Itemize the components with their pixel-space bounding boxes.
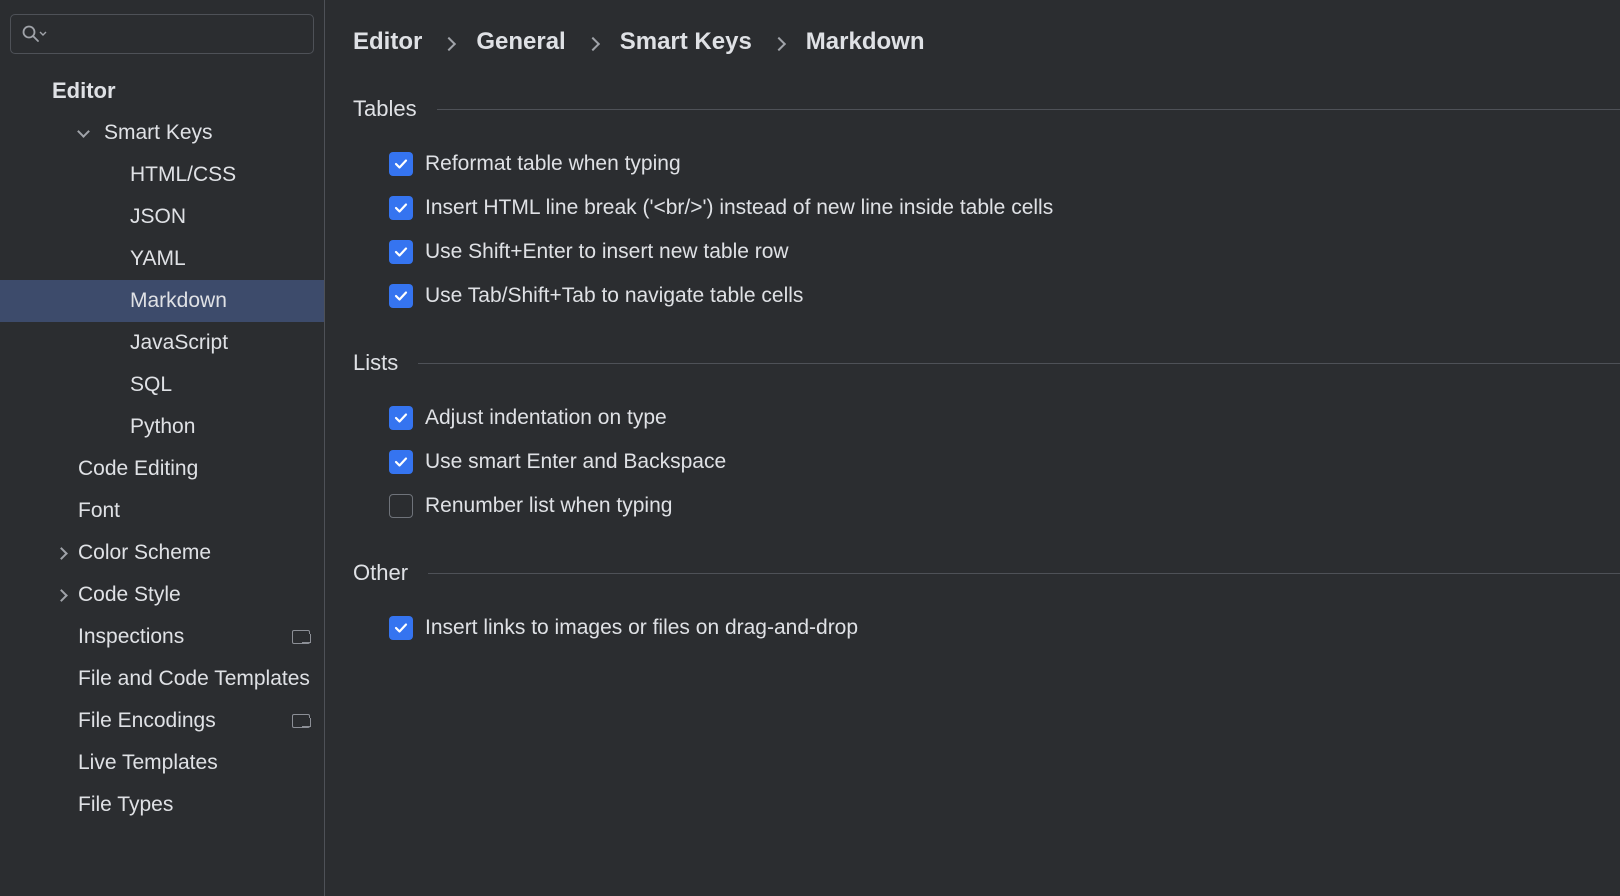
breadcrumb-item-smart-keys[interactable]: Smart Keys bbox=[620, 28, 752, 56]
search-input-wrapper[interactable] bbox=[10, 14, 314, 54]
checkbox[interactable] bbox=[389, 616, 413, 640]
option-lists-1[interactable]: Use smart Enter and Backspace bbox=[353, 440, 1620, 484]
dropdown-caret-icon bbox=[39, 30, 47, 38]
tree-label: Color Scheme bbox=[78, 541, 211, 565]
tree-label: Font bbox=[78, 499, 120, 523]
tree-label: Markdown bbox=[130, 289, 227, 313]
option-other-0[interactable]: Insert links to images or files on drag-… bbox=[353, 606, 1620, 650]
tree-item-code-editing[interactable]: Code Editing bbox=[0, 448, 324, 490]
checkbox[interactable] bbox=[389, 284, 413, 308]
tree-item-color-scheme[interactable]: Color Scheme bbox=[0, 532, 324, 574]
option-label: Use Shift+Enter to insert new table row bbox=[425, 240, 789, 264]
breadcrumb-item-editor[interactable]: Editor bbox=[353, 28, 422, 56]
tree-item-live-templates[interactable]: Live Templates bbox=[0, 742, 324, 784]
search-input[interactable] bbox=[53, 24, 303, 45]
tree-label: File Encodings bbox=[78, 709, 216, 733]
breadcrumb: Editor General Smart Keys Markdown bbox=[353, 28, 1620, 56]
check-icon bbox=[393, 288, 409, 304]
checkbox[interactable] bbox=[389, 450, 413, 474]
option-lists-0[interactable]: Adjust indentation on type bbox=[353, 396, 1620, 440]
divider bbox=[437, 109, 1620, 110]
tree-label: Python bbox=[130, 415, 195, 439]
option-label: Use smart Enter and Backspace bbox=[425, 450, 726, 474]
chevron-right-icon bbox=[588, 28, 598, 56]
checkbox[interactable] bbox=[389, 152, 413, 176]
breadcrumb-item-general[interactable]: General bbox=[476, 28, 565, 56]
chevron-right-icon[interactable] bbox=[54, 588, 68, 602]
option-label: Insert HTML line break ('<br/>') instead… bbox=[425, 196, 1053, 220]
section-title: Tables bbox=[353, 96, 417, 122]
divider bbox=[418, 363, 1620, 364]
tree-item-markdown[interactable]: Markdown bbox=[0, 280, 324, 322]
tree-label: Code Style bbox=[78, 583, 181, 607]
tree-label: File Types bbox=[78, 793, 173, 817]
settings-tree: Editor Smart Keys HTML/CSS JSON YAML Markdo… bbox=[0, 64, 324, 896]
tree-label: SQL bbox=[130, 373, 172, 397]
tree-item-smart-keys[interactable]: Smart Keys bbox=[0, 112, 324, 154]
tree-label: File and Code Templates bbox=[78, 667, 310, 691]
settings-sidebar: Editor Smart Keys HTML/CSS JSON YAML Markdo… bbox=[0, 0, 325, 896]
chevron-right-icon bbox=[444, 28, 454, 56]
breadcrumb-item-markdown[interactable]: Markdown bbox=[806, 28, 925, 56]
tree-label: Inspections bbox=[78, 625, 184, 649]
option-tables-1[interactable]: Insert HTML line break ('<br/>') instead… bbox=[353, 186, 1620, 230]
section-lists: Lists Adjust indentation on type Use smar… bbox=[353, 350, 1620, 528]
checkbox[interactable] bbox=[389, 494, 413, 518]
tree-item-file-and-code-templates[interactable]: File and Code Templates bbox=[0, 658, 324, 700]
tree-item-code-style[interactable]: Code Style bbox=[0, 574, 324, 616]
check-icon bbox=[393, 156, 409, 172]
tree-label: YAML bbox=[130, 247, 186, 271]
option-label: Renumber list when typing bbox=[425, 494, 672, 518]
project-scope-icon bbox=[292, 714, 310, 728]
tree-label: JSON bbox=[130, 205, 186, 229]
tree-item-sql[interactable]: SQL bbox=[0, 364, 324, 406]
chevron-down-icon[interactable] bbox=[76, 126, 90, 140]
tree-item-file-encodings[interactable]: File Encodings bbox=[0, 700, 324, 742]
option-label: Insert links to images or files on drag-… bbox=[425, 616, 858, 640]
check-icon bbox=[393, 454, 409, 470]
tree-label: JavaScript bbox=[130, 331, 228, 355]
tree-item-font[interactable]: Font bbox=[0, 490, 324, 532]
option-lists-2[interactable]: Renumber list when typing bbox=[353, 484, 1620, 528]
checkbox[interactable] bbox=[389, 406, 413, 430]
settings-content: Editor General Smart Keys Markdown Table… bbox=[325, 0, 1620, 896]
tree-label: HTML/CSS bbox=[130, 163, 236, 187]
section-title: Other bbox=[353, 560, 408, 586]
search-icon bbox=[21, 24, 41, 44]
tree-item-html-css[interactable]: HTML/CSS bbox=[0, 154, 324, 196]
tree-item-javascript[interactable]: JavaScript bbox=[0, 322, 324, 364]
option-tables-3[interactable]: Use Tab/Shift+Tab to navigate table cell… bbox=[353, 274, 1620, 318]
option-label: Reformat table when typing bbox=[425, 152, 681, 176]
divider bbox=[428, 573, 1620, 574]
check-icon bbox=[393, 620, 409, 636]
tree-item-yaml[interactable]: YAML bbox=[0, 238, 324, 280]
chevron-right-icon[interactable] bbox=[54, 546, 68, 560]
option-label: Adjust indentation on type bbox=[425, 406, 667, 430]
checkbox[interactable] bbox=[389, 240, 413, 264]
checkbox[interactable] bbox=[389, 196, 413, 220]
tree-item-editor[interactable]: Editor bbox=[0, 70, 324, 112]
section-other: Other Insert links to images or files on… bbox=[353, 560, 1620, 650]
project-scope-icon bbox=[292, 630, 310, 644]
tree-item-file-types[interactable]: File Types bbox=[0, 784, 324, 826]
check-icon bbox=[393, 200, 409, 216]
option-label: Use Tab/Shift+Tab to navigate table cell… bbox=[425, 284, 803, 308]
option-tables-2[interactable]: Use Shift+Enter to insert new table row bbox=[353, 230, 1620, 274]
tree-item-json[interactable]: JSON bbox=[0, 196, 324, 238]
tree-item-inspections[interactable]: Inspections bbox=[0, 616, 324, 658]
section-tables: Tables Reformat table when typing Insert … bbox=[353, 96, 1620, 318]
chevron-right-icon bbox=[774, 28, 784, 56]
tree-label: Editor bbox=[52, 78, 116, 104]
option-tables-0[interactable]: Reformat table when typing bbox=[353, 142, 1620, 186]
section-title: Lists bbox=[353, 350, 398, 376]
tree-label: Live Templates bbox=[78, 751, 218, 775]
tree-item-python[interactable]: Python bbox=[0, 406, 324, 448]
check-icon bbox=[393, 244, 409, 260]
tree-label: Smart Keys bbox=[104, 121, 213, 145]
tree-label: Code Editing bbox=[78, 457, 198, 481]
check-icon bbox=[393, 410, 409, 426]
